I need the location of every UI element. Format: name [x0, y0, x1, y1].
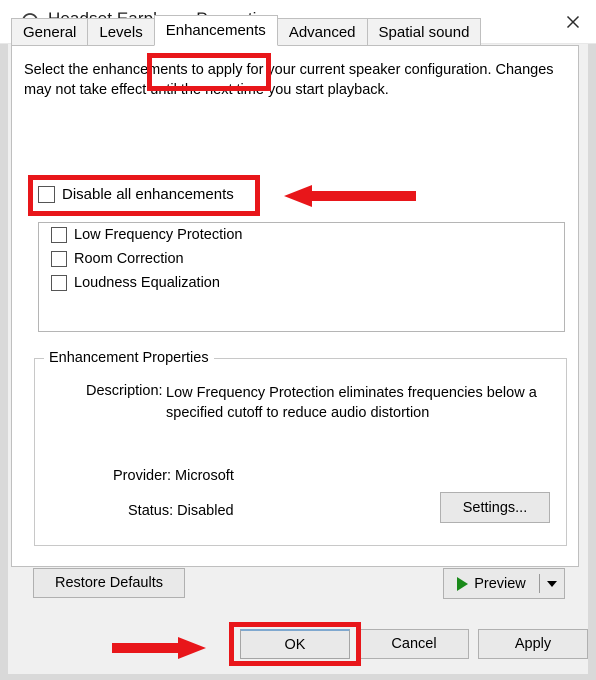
close-icon[interactable]	[550, 0, 596, 44]
list-item[interactable]: Low Frequency Protection	[39, 223, 564, 247]
restore-defaults-button[interactable]: Restore Defaults	[33, 568, 185, 598]
list-item-label: Loudness Equalization	[74, 275, 220, 291]
dialog-edge-bottom	[0, 674, 596, 680]
enhancement-properties-title: Enhancement Properties	[44, 350, 214, 366]
intro-text: Select the enhancements to apply for you…	[24, 62, 554, 98]
preview-button[interactable]: Preview	[443, 568, 565, 599]
ok-button[interactable]: OK	[240, 629, 350, 659]
list-item-label: Low Frequency Protection	[74, 227, 243, 243]
tab-strip: General Levels Enhancements Advanced Spa…	[11, 15, 482, 46]
checkbox-box-icon	[51, 275, 67, 291]
tab-spatial-sound[interactable]: Spatial sound	[366, 18, 482, 46]
description-label: Description:	[86, 383, 163, 399]
enhancements-list[interactable]: Low Frequency Protection Room Correction…	[38, 222, 565, 332]
headset-properties-dialog: Headset Earphone Properties General Leve…	[0, 0, 596, 680]
tab-advanced[interactable]: Advanced	[276, 18, 368, 46]
status-value: Status: Disabled	[128, 503, 234, 519]
play-icon	[457, 576, 469, 591]
provider-value: Provider: Microsoft	[113, 468, 234, 484]
chevron-down-icon	[547, 580, 557, 587]
ok-button-label: OK	[284, 636, 306, 653]
preview-dropdown-button[interactable]	[540, 569, 564, 598]
description-text: Low Frequency Protection eliminates freq…	[166, 385, 537, 421]
list-item[interactable]: Room Correction	[39, 247, 564, 271]
list-item[interactable]: Loudness Equalization	[39, 271, 564, 295]
tab-advanced-label: Advanced	[288, 23, 356, 41]
settings-button[interactable]: Settings...	[440, 492, 550, 523]
apply-button[interactable]: Apply	[478, 629, 588, 659]
tab-enhancements[interactable]: Enhancements	[153, 15, 278, 46]
cancel-button-label: Cancel	[391, 636, 437, 652]
cancel-button[interactable]: Cancel	[359, 629, 469, 659]
settings-button-label: Settings...	[462, 499, 528, 516]
dialog-edge-left	[0, 44, 8, 680]
apply-button-label: Apply	[514, 636, 552, 652]
dialog-edge-right	[588, 44, 596, 680]
tab-spatial-sound-label: Spatial sound	[378, 23, 470, 41]
tab-general-label: General	[23, 23, 77, 41]
preview-label: Preview	[474, 575, 526, 592]
checkbox-box-icon	[38, 186, 55, 203]
preview-main-area[interactable]: Preview	[444, 569, 539, 598]
tab-enhancements-label: Enhancements	[165, 22, 266, 39]
checkbox-box-icon	[51, 251, 67, 267]
disable-all-enhancements-checkbox[interactable]: Disable all enhancements	[38, 186, 234, 203]
tab-levels[interactable]: Levels	[87, 18, 155, 46]
restore-defaults-label: Restore Defaults	[55, 575, 163, 591]
tab-levels-label: Levels	[99, 23, 143, 41]
list-item-label: Room Correction	[74, 251, 184, 267]
disable-all-enhancements-label: Disable all enhancements	[62, 186, 234, 203]
checkbox-box-icon	[51, 227, 67, 243]
tab-general[interactable]: General	[11, 18, 89, 46]
